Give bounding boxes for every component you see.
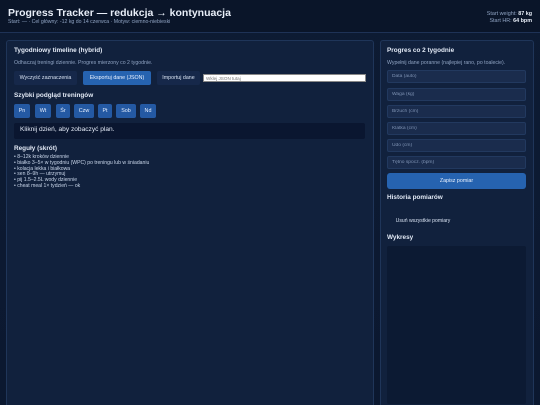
belly-field[interactable] xyxy=(387,105,526,118)
day-button-sat[interactable]: Sob xyxy=(116,104,136,118)
thigh-field[interactable] xyxy=(387,139,526,152)
weight-field[interactable] xyxy=(387,88,526,101)
save-measurement-button[interactable]: Zapisz pomiar xyxy=(387,173,526,189)
start-stats: Start weight: 87 kg Start HR: 64 bpm xyxy=(487,11,532,25)
day-button-mon[interactable]: Pn xyxy=(14,104,30,118)
timeline-description: Odhaczaj treningi dziennie. Progres mier… xyxy=(14,60,153,66)
timeline-title: Tygodniowy timeline (hybrid) xyxy=(14,47,103,54)
progress-title: Progres co 2 tygodnie xyxy=(387,47,455,54)
delete-all-measurements-button[interactable]: Usuń wszystkie pomiary xyxy=(387,214,459,228)
json-input[interactable] xyxy=(203,74,366,82)
charts-area xyxy=(387,246,526,404)
start-weight: Start weight: 87 kg xyxy=(487,11,532,18)
clear-selections-button[interactable]: Wyczyść zaznaczenia xyxy=(14,71,77,85)
day-button-thu[interactable]: Czw xyxy=(74,104,94,118)
start-weight-value: 87 kg xyxy=(518,11,532,17)
import-data-button[interactable]: Importuj dane xyxy=(157,71,200,85)
charts-title: Wykresy xyxy=(387,234,414,241)
day-button-tue[interactable]: Wt xyxy=(35,104,51,118)
start-hr-label: Start HR: xyxy=(489,18,512,24)
app-title: Progress Tracker — redukcja → kontynuacj… xyxy=(8,7,231,19)
start-hr-value: 64 bpm xyxy=(513,18,532,24)
plan-display: Kliknij dzień, aby zobaczyć plan. xyxy=(14,123,365,139)
chest-field[interactable] xyxy=(387,122,526,135)
start-weight-label: Start weight: xyxy=(486,11,517,17)
history-title: Historia pomiarów xyxy=(387,194,443,201)
day-button-fri[interactable]: Pt xyxy=(98,104,112,118)
start-hr: Start HR: 64 bpm xyxy=(487,18,532,25)
progress-description: Wypełnij dane poranne (najlepiej rano, p… xyxy=(387,60,506,66)
rule-item: • cheat meal 1× tydzień — ok xyxy=(14,182,81,189)
app-header: Progress Tracker — redukcja → kontynuacj… xyxy=(0,0,540,33)
day-button-wed[interactable]: Śr xyxy=(56,104,70,118)
date-field[interactable] xyxy=(387,70,526,83)
resting-hr-field[interactable] xyxy=(387,156,526,169)
export-json-button[interactable]: Eksportuj dane (JSON) xyxy=(83,71,151,85)
day-button-sun[interactable]: Nd xyxy=(140,104,156,118)
quick-view-title: Szybki podgląd treningów xyxy=(14,92,94,99)
app-subtitle: Start: — · Cel główny: -12 kg do 14 czer… xyxy=(8,19,171,25)
rules-list: • 8–12k kroków dziennie • białko 3–5× w … xyxy=(14,154,149,190)
plan-prompt: Kliknij dzień, aby zobaczyć plan. xyxy=(20,126,115,133)
rules-title: Reguły (skrót) xyxy=(14,145,57,152)
